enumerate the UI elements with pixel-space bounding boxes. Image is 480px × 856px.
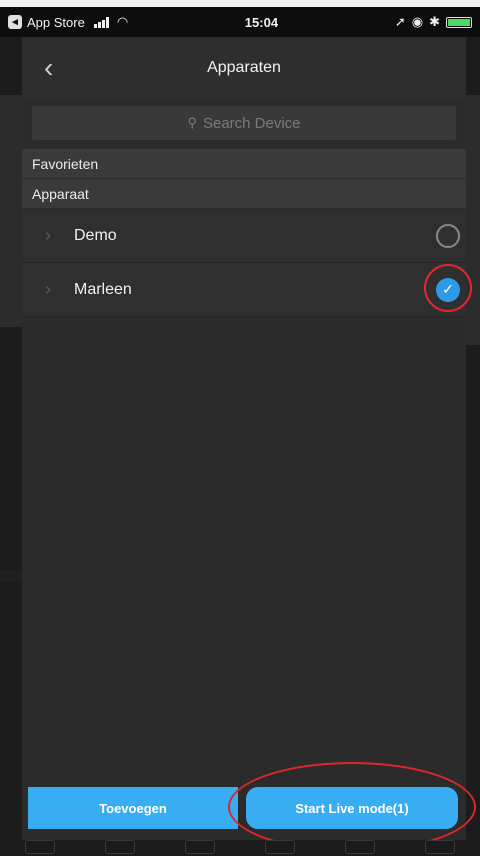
expand-chevron-icon[interactable]: › (22, 279, 74, 300)
location-icon: ➚ (394, 14, 406, 29)
device-picker-panel: ‹ Apparaten ⚲ Search Device Favorieten A… (22, 37, 472, 840)
page-title: Apparaten (207, 59, 281, 76)
device-row-demo[interactable]: › Demo (22, 209, 466, 263)
section-favorites[interactable]: Favorieten (22, 149, 466, 179)
background-app-left-panel (0, 95, 22, 327)
device-label: Demo (74, 226, 117, 244)
signal-icon (93, 16, 109, 28)
bluetooth-icon: ✱ (429, 14, 440, 29)
status-bar: ◂ App Store ◠ 15:04 ➚ ◉ ✱ (0, 7, 480, 37)
tab-icon (345, 840, 375, 854)
background-app-left-strip (0, 570, 22, 582)
back-chevron-icon[interactable]: ‹ (44, 54, 53, 82)
annotation-circle (424, 264, 472, 312)
tab-icon (105, 840, 135, 854)
background-tab-bar (0, 840, 480, 856)
background-app-right-panel (466, 95, 480, 345)
search-input[interactable]: ⚲ Search Device (32, 106, 456, 140)
section-device[interactable]: Apparaat (22, 179, 466, 209)
status-left: ◂ App Store ◠ (8, 14, 188, 30)
back-to-app-icon[interactable]: ◂ (8, 15, 22, 29)
status-right: ➚ ◉ ✱ (395, 14, 472, 30)
unchecked-circle-icon[interactable] (436, 223, 460, 248)
tab-icon (185, 840, 215, 854)
battery-icon (446, 16, 472, 28)
device-row-marleen[interactable]: › Marleen ✓ (22, 263, 472, 317)
expand-chevron-icon[interactable]: › (22, 225, 74, 246)
wifi-icon: ◠ (116, 14, 129, 29)
top-fringe (0, 0, 480, 7)
annotation-oval (228, 762, 476, 852)
alarm-icon: ◉ (411, 14, 424, 29)
tab-icon (265, 840, 295, 854)
status-time: 15:04 (244, 14, 279, 30)
device-label: Marleen (74, 280, 132, 298)
tab-icon (25, 840, 55, 854)
back-to-app-label[interactable]: App Store (27, 15, 85, 30)
search-placeholder: Search Device (202, 114, 301, 132)
navigation-bar: ‹ Apparaten (22, 37, 466, 99)
tab-icon (425, 840, 455, 854)
add-device-button[interactable]: Toevoegen (28, 787, 238, 829)
search-container: ⚲ Search Device (22, 99, 466, 149)
search-icon: ⚲ (187, 115, 197, 130)
